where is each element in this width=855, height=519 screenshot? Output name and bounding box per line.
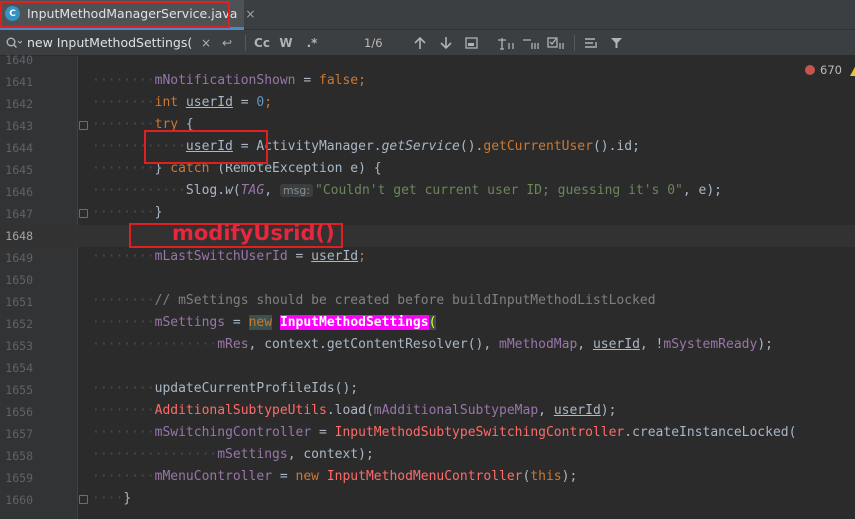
code-line-1640[interactable]: 1640 (0, 49, 855, 71)
java-class-icon: C (5, 6, 20, 21)
code-line-1660[interactable]: 1660 ····} (0, 489, 855, 511)
code-line-1650[interactable]: 1650 (0, 269, 855, 291)
search-input[interactable]: new InputMethodSettings( (27, 35, 192, 50)
code-text: ········} (92, 205, 163, 220)
code-line-1651[interactable]: 1651 ········// mSettings should be crea… (0, 291, 855, 313)
code-line-1653[interactable]: 1653 ················mRes, context.getCo… (0, 335, 855, 357)
line-number: 1649 (5, 251, 33, 265)
code-line-1641[interactable]: 1641 ········mNotificationShown = false; (0, 71, 855, 93)
code-line-1648[interactable]: 1648 (0, 225, 855, 247)
code-line-1657[interactable]: 1657 ········mSwitchingController = Inpu… (0, 423, 855, 445)
line-number: 1659 (5, 471, 33, 485)
code-text: ········updateCurrentProfileIds(); (92, 381, 359, 396)
line-number: 1647 (5, 207, 33, 221)
tab-title: InputMethodManagerService.java (27, 6, 238, 21)
line-number: 1645 (5, 163, 33, 177)
code-text: ····} (92, 491, 132, 506)
code-text: ········// mSettings should be created b… (92, 293, 656, 308)
code-text: ············userId = ActivityManager.get… (92, 139, 640, 154)
line-number: 1656 (5, 405, 33, 419)
code-text: ········mMenuController = new InputMetho… (92, 469, 578, 484)
line-number: 1643 (5, 119, 33, 133)
line-number: 1654 (5, 361, 33, 375)
code-text: ············Slog.w(TAG, msg: "Couldn't ge… (92, 183, 722, 198)
code-line-1658[interactable]: 1658 ················mSettings, context)… (0, 445, 855, 467)
line-number: 1642 (5, 97, 33, 111)
line-number: 1648 (5, 229, 33, 243)
code-text: ········try { (92, 117, 194, 132)
tab-input-method-manager-service[interactable]: C InputMethodManagerService.java × (0, 0, 255, 30)
line-number: 1660 (5, 493, 33, 507)
line-number: 1646 (5, 185, 33, 199)
code-line-1643[interactable]: 1643 ········try { (0, 115, 855, 137)
line-number: 1650 (5, 273, 33, 287)
inspection-widget[interactable]: 670 (805, 63, 855, 77)
code-line-1656[interactable]: 1656 ········AdditionalSubtypeUtils.load… (0, 401, 855, 423)
code-line-1647[interactable]: 1647 ········} (0, 203, 855, 225)
line-number: 1658 (5, 449, 33, 463)
code-text: ········mSwitchingController = InputMeth… (92, 425, 797, 440)
match-count: 1/6 (364, 36, 383, 50)
code-line-1654[interactable]: 1654 (0, 357, 855, 379)
code-text: ········mLastSwitchUserId = userId; (92, 249, 366, 264)
search-match-highlight: InputMethodSettings (279, 315, 429, 330)
code-line-1652[interactable]: 1652 ········mSettings = new InputMethod… (0, 313, 855, 335)
line-number: 1640 (5, 53, 33, 67)
editor-tab-bar: C InputMethodManagerService.java × (0, 0, 855, 30)
annotation-text: modifyUsrid() (172, 221, 335, 245)
error-count: 670 (820, 63, 842, 77)
code-text: ········int userId = 0; (92, 95, 273, 110)
line-number: 1651 (5, 295, 33, 309)
code-line-1642[interactable]: 1642 ········int userId = 0; (0, 93, 855, 115)
warning-icon (849, 64, 855, 76)
fold-marker-icon[interactable] (79, 495, 88, 504)
error-icon (805, 65, 815, 75)
code-text: ········} catch (RemoteException e) { (92, 161, 382, 176)
code-text: ················mRes, context.getContent… (92, 337, 773, 352)
code-line-1645[interactable]: 1645 ········} catch (RemoteException e)… (0, 159, 855, 181)
code-line-1659[interactable]: 1659 ········mMenuController = new Input… (0, 467, 855, 489)
code-text: ········mSettings = new InputMethodSetti… (92, 315, 437, 330)
line-number: 1653 (5, 339, 33, 353)
line-number: 1644 (5, 141, 33, 155)
line-number: 1652 (5, 317, 33, 331)
line-number: 1655 (5, 383, 33, 397)
line-number: 1641 (5, 75, 33, 89)
code-text: ········AdditionalSubtypeUtils.load(mAdd… (92, 403, 617, 418)
code-text: ················mSettings, context); (92, 447, 374, 462)
close-tab-icon[interactable]: × (245, 7, 255, 21)
code-line-1649[interactable]: 1649 ········mLastSwitchUserId = userId; (0, 247, 855, 269)
code-line-1646[interactable]: 1646 ············Slog.w(TAG, msg: "Couldn… (0, 181, 855, 203)
code-text: ········mNotificationShown = false; (92, 73, 366, 88)
code-line-1655[interactable]: 1655 ········updateCurrentProfileIds(); (0, 379, 855, 401)
code-line-1644[interactable]: 1644 ············userId = ActivityManage… (0, 137, 855, 159)
fold-marker-icon[interactable] (79, 121, 88, 130)
parameter-hint: msg: (279, 184, 313, 197)
line-number: 1657 (5, 427, 33, 441)
fold-marker-icon[interactable] (79, 209, 88, 218)
